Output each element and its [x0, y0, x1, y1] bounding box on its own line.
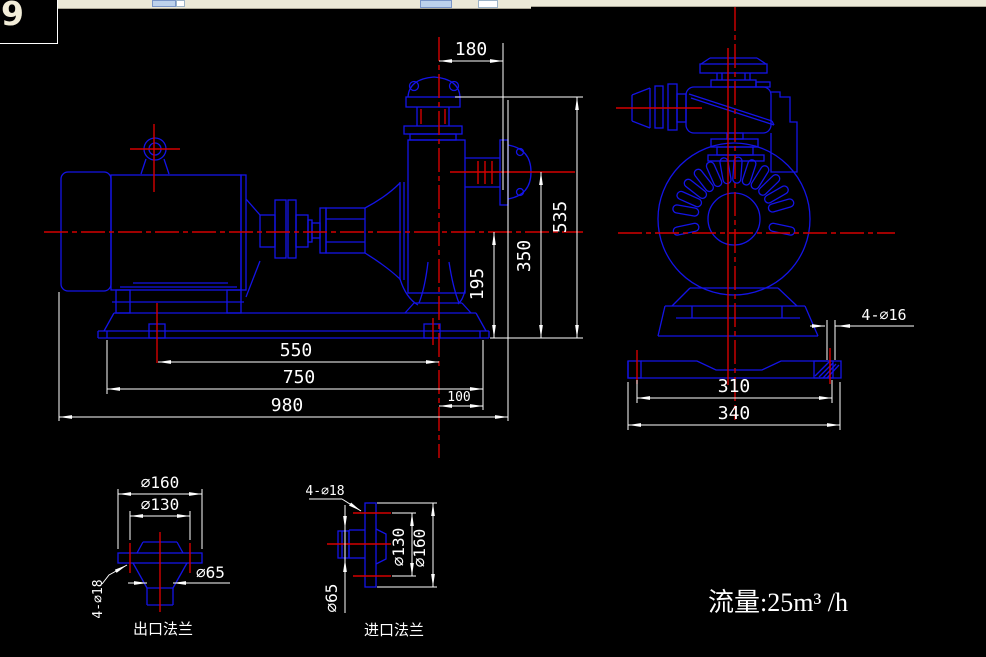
dim-310: 310 [718, 376, 751, 397]
dim-inlet-bore: ∅65 [322, 584, 341, 613]
side-view: 180 535 350 195 550 750 980 [44, 37, 583, 458]
dim-340: 340 [718, 403, 751, 424]
dim-inlet-bcd: ∅130 [389, 528, 408, 567]
dim-750: 750 [283, 367, 316, 388]
dim-350: 350 [514, 240, 535, 273]
inlet-flange-detail: ∅65 ∅130 ∅160 4-∅18 进口法兰 [305, 484, 437, 639]
dim-inlet-od: ∅160 [410, 529, 429, 568]
dim-outlet-od: ∅160 [141, 473, 180, 492]
dim-180: 180 [455, 39, 488, 60]
dim-inlet-holes: 4-∅18 [305, 484, 344, 499]
motor-end [658, 143, 810, 295]
outlet-flange-label: 出口法兰 [133, 621, 193, 638]
spec-flow: 流量:25m³ /h [708, 586, 949, 620]
dim-100: 100 [447, 390, 470, 405]
dim-outlet-holes: 4-∅18 [91, 579, 106, 618]
dim-535: 535 [550, 201, 571, 234]
inlet-flange-label: 进口法兰 [364, 622, 424, 639]
end-dimensions: 310 340 4-∅16 [628, 306, 914, 430]
pump-end [632, 58, 797, 172]
side-centerlines [44, 37, 583, 458]
dim-550: 550 [280, 340, 313, 361]
end-view: 310 340 4-∅16 [616, 7, 914, 430]
dim-980: 980 [271, 395, 304, 416]
spec-block: 流量:25m³ /h 扬程:32m 电机功率：5. 5kW-2P 电机转速：29… [708, 518, 949, 657]
side-dimensions: 180 535 350 195 550 750 980 [59, 39, 583, 421]
dim-outlet-bcd: ∅130 [141, 495, 180, 514]
cad-window: 9 [0, 0, 986, 657]
dim-outlet-bore: ∅65 [196, 563, 225, 582]
outlet-flange-detail: ∅160 ∅130 ∅65 4-∅18 出口法兰 [91, 473, 230, 638]
vent-slots [672, 157, 795, 236]
pump-casing [365, 77, 531, 313]
coupling-assembly [246, 199, 365, 297]
dim-foot-holes: 4-∅16 [861, 306, 906, 324]
dim-195: 195 [467, 268, 488, 301]
